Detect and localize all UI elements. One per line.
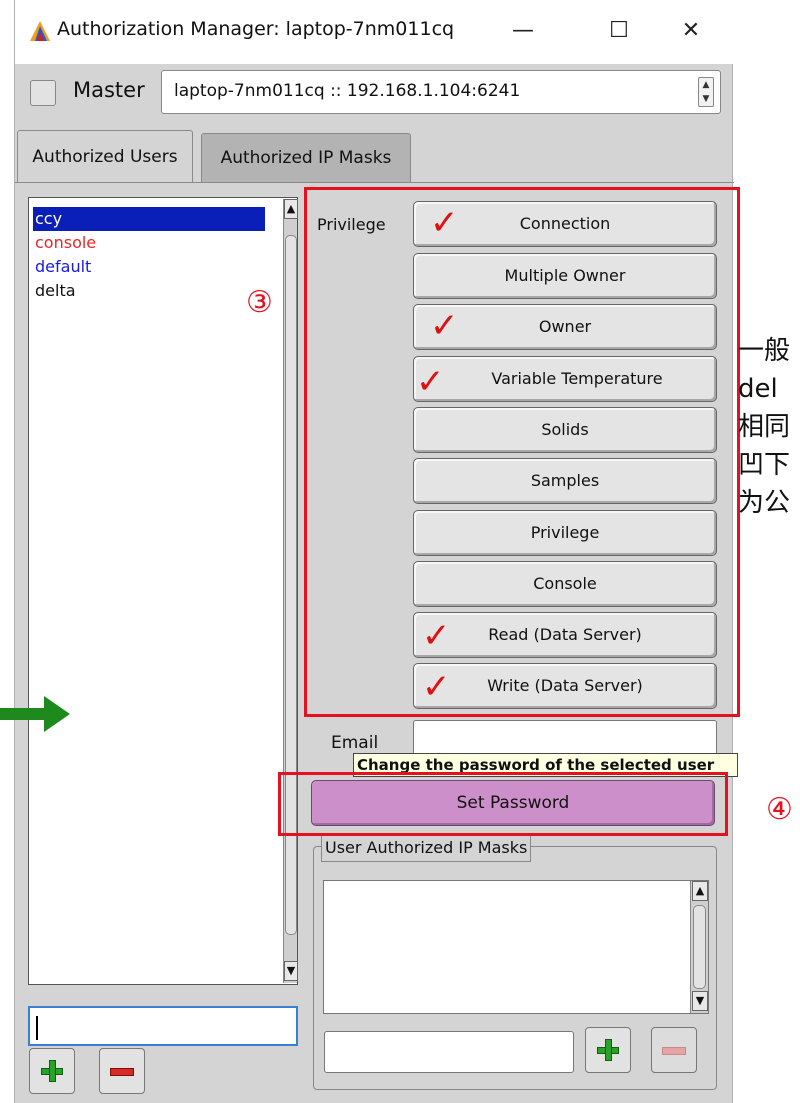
user-item-delta[interactable]: delta [33,279,265,303]
annotation-circle-4: ④ [766,792,793,827]
side-note-text: 一般 del 相同 凹下 为公 [738,336,791,518]
master-checkbox[interactable] [30,80,56,106]
user-ip-masks-title: User Authorized IP Masks [321,834,532,862]
ip-mask-list[interactable]: ▲ ▼ [323,880,709,1014]
user-item-default[interactable]: default [33,255,265,279]
plus-icon [586,1028,632,1074]
email-label: Email [331,733,379,753]
tab-authorized-ip-masks[interactable]: Authorized IP Masks [201,133,411,182]
user-item-console[interactable]: console [33,231,265,255]
privileges-highlight-box [304,187,740,717]
maximize-button[interactable]: ☐ [599,16,639,46]
scroll-down-icon[interactable]: ▼ [284,961,298,981]
ip-mask-scrollbar[interactable]: ▲ ▼ [690,881,708,1013]
remove-user-button[interactable] [99,1048,145,1094]
set-password-highlight-box [278,772,728,836]
scroll-up-icon[interactable]: ▲ [692,881,708,901]
title-bar: Authorization Manager: laptop-7nm011cq —… [15,0,734,64]
tab-authorized-users[interactable]: Authorized Users [17,130,193,182]
ip-mask-input[interactable] [324,1031,574,1073]
host-select[interactable]: laptop-7nm011cq :: 192.168.1.104:6241 ▲ ▼ [161,70,721,114]
plus-icon [30,1049,76,1095]
window-title: Authorization Manager: laptop-7nm011cq [57,18,455,40]
green-arrow-icon [0,696,70,732]
scrollbar-thumb[interactable] [693,905,706,989]
add-user-button[interactable] [29,1048,75,1094]
add-ip-mask-button[interactable] [585,1027,631,1073]
annotation-circle-3: ③ [246,285,273,320]
scroll-up-icon[interactable]: ▲ [284,199,298,219]
new-user-input[interactable] [28,1006,298,1046]
minus-icon [110,1068,134,1076]
user-item-ccy[interactable]: ccy [33,207,265,231]
master-label: Master [73,78,145,102]
minimize-button[interactable]: — [503,16,543,46]
app-logo-icon [30,21,50,41]
remove-ip-mask-button[interactable] [651,1027,697,1073]
minus-icon [662,1047,686,1055]
tab-divider [15,182,734,183]
scroll-down-icon[interactable]: ▼ [692,991,708,1011]
close-button[interactable]: ✕ [671,16,711,46]
spinner-arrows-icon[interactable]: ▲ ▼ [698,77,714,107]
host-value: laptop-7nm011cq :: 192.168.1.104:6241 [174,81,521,101]
user-list-scrollbar[interactable]: ▲ ▼ [283,199,298,983]
text-caret [36,1016,38,1040]
